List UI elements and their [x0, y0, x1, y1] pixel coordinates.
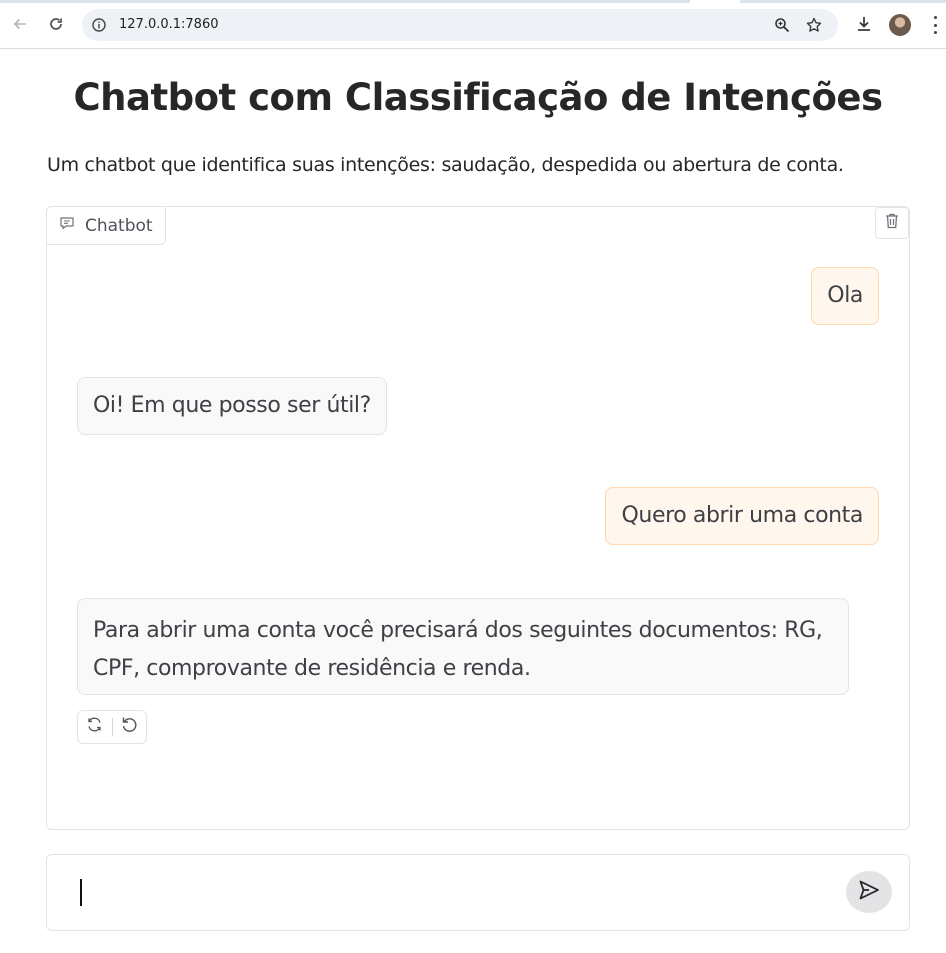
- user-message: Ola: [811, 267, 879, 325]
- chatbot-label-text: Chatbot: [85, 215, 153, 236]
- undo-icon: [120, 715, 139, 739]
- message-text: Oi! Em que posso ser útil?: [93, 393, 371, 418]
- site-info-icon[interactable]: [91, 17, 107, 33]
- tab-strip: [0, 0, 946, 3]
- more-menu-icon[interactable]: [928, 14, 942, 36]
- message-text: Quero abrir uma conta: [621, 503, 863, 528]
- profile-avatar[interactable]: [889, 14, 911, 36]
- message-input-panel: [46, 854, 910, 931]
- trash-icon: [884, 212, 900, 235]
- zoom-icon[interactable]: [772, 15, 792, 35]
- send-button[interactable]: [846, 871, 892, 913]
- url-text[interactable]: 127.0.0.1:7860: [119, 17, 219, 32]
- reload-icon[interactable]: [44, 12, 68, 36]
- refresh-icon: [86, 716, 103, 738]
- chatbot-label: Chatbot: [46, 206, 166, 245]
- undo-button[interactable]: [112, 711, 146, 743]
- text-caret: [80, 879, 82, 906]
- chat-bubble-icon: [59, 215, 75, 236]
- message-input[interactable]: [79, 877, 839, 907]
- page-title: Chatbot com Classificação de Intenções: [73, 76, 883, 119]
- browser-toolbar: 127.0.0.1:7860: [0, 0, 946, 49]
- message-text: Ola: [827, 283, 863, 308]
- bot-message: Para abrir uma conta você precisará dos …: [77, 598, 849, 695]
- chatbot-panel: Chatbot Ola Oi! Em que posso ser útil? Q…: [46, 206, 910, 830]
- bookmark-star-icon[interactable]: [804, 15, 824, 35]
- message-actions: [77, 710, 147, 744]
- message-text: Para abrir uma conta você precisará dos …: [93, 618, 823, 681]
- back-arrow-icon[interactable]: [8, 12, 32, 36]
- download-icon[interactable]: [852, 12, 876, 36]
- retry-button[interactable]: [78, 711, 112, 743]
- page-description: Um chatbot que identifica suas intenções…: [47, 154, 844, 176]
- clear-chat-button[interactable]: [875, 207, 909, 239]
- send-icon: [857, 878, 881, 907]
- address-bar[interactable]: 127.0.0.1:7860: [82, 9, 838, 41]
- user-message: Quero abrir uma conta: [605, 487, 879, 545]
- bot-message: Oi! Em que posso ser útil?: [77, 377, 387, 435]
